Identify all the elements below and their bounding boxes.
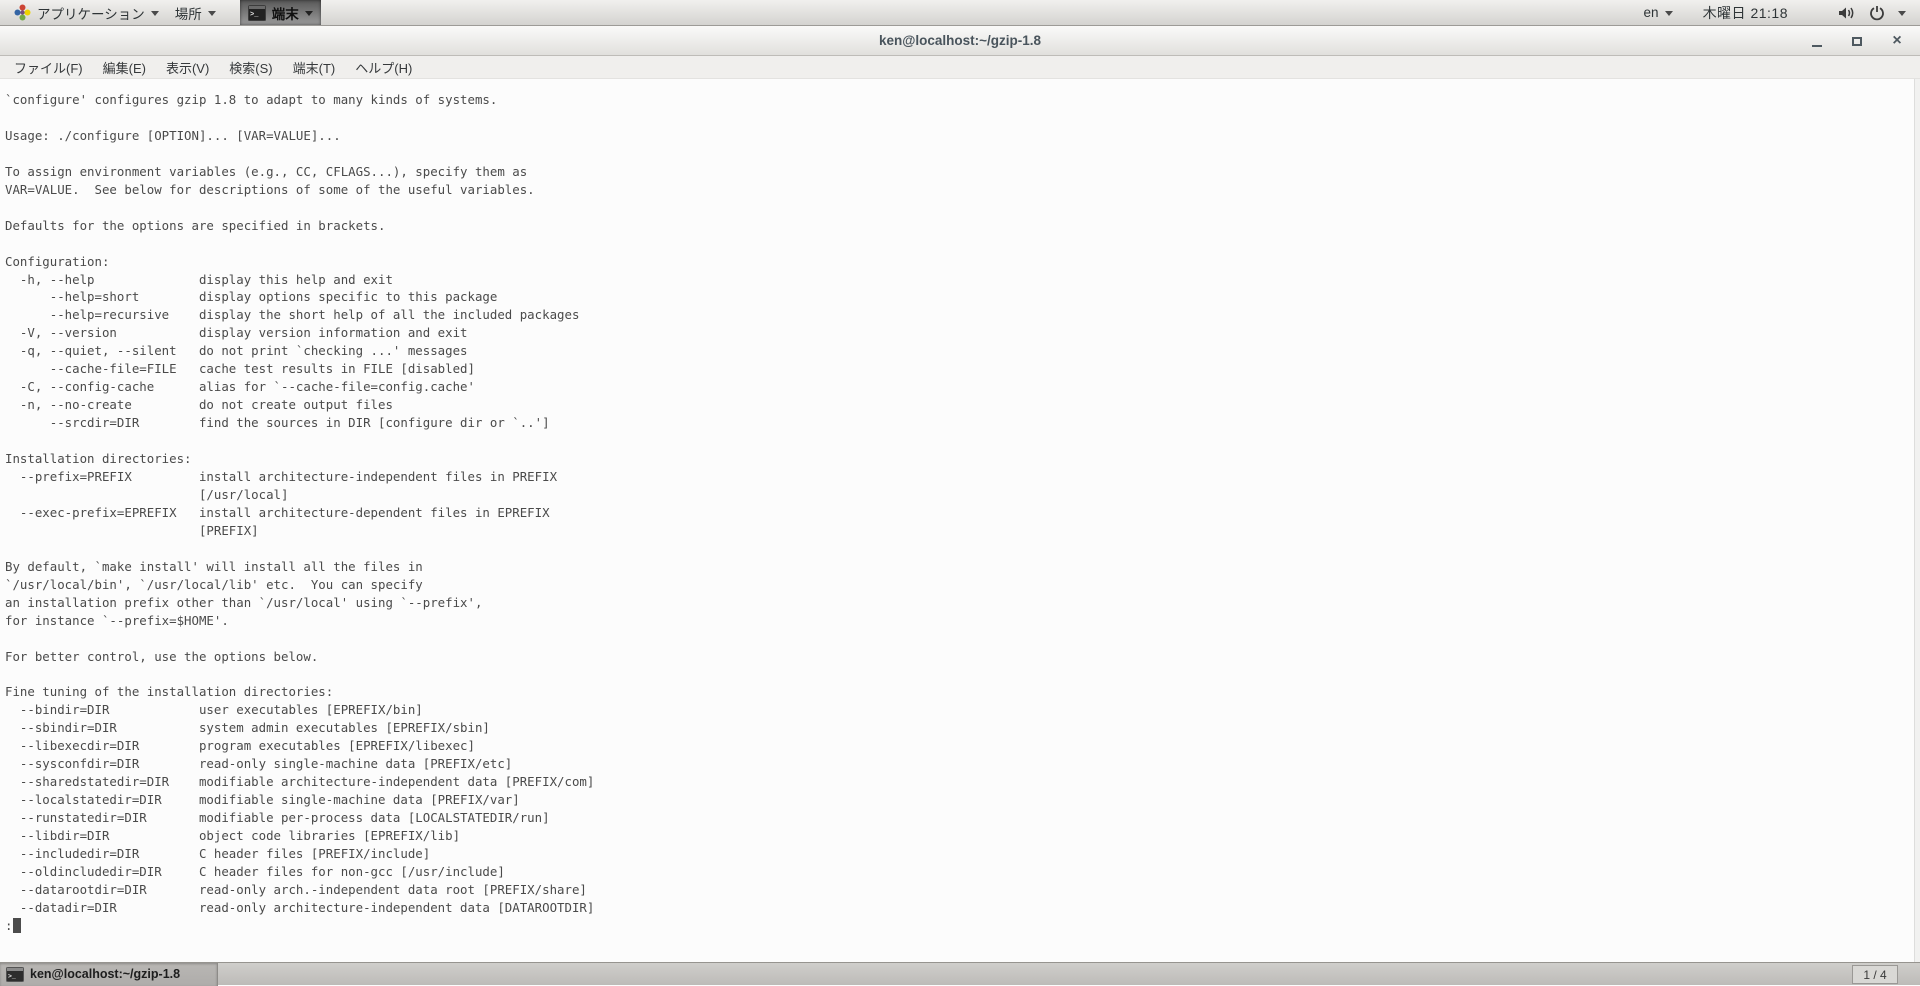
- menu-view[interactable]: 表示(V): [156, 56, 219, 79]
- pager-prompt: :: [5, 917, 13, 933]
- status-icons: [1838, 5, 1906, 21]
- menu-edit[interactable]: 編集(E): [93, 56, 156, 79]
- keyboard-layout-indicator[interactable]: en: [1636, 0, 1681, 25]
- maximize-button[interactable]: [1844, 28, 1870, 54]
- chevron-down-icon: [150, 11, 159, 16]
- minimize-icon: [1812, 44, 1822, 47]
- menu-help[interactable]: ヘルプ(H): [345, 56, 422, 79]
- volume-icon[interactable]: [1838, 5, 1856, 21]
- applications-menu[interactable]: アプリケーション: [6, 0, 167, 25]
- maximize-icon: [1852, 36, 1862, 46]
- terminal-scrollbar[interactable]: [1914, 79, 1920, 962]
- clock[interactable]: 木曜日 21:18: [1695, 3, 1796, 23]
- svg-text:>_: >_: [8, 973, 16, 980]
- bottom-panel: >_ ken@localhost:~/gzip-1.8 1 / 4: [0, 962, 1920, 986]
- window-title: ken@localhost:~/gzip-1.8: [878, 33, 1042, 48]
- places-menu-label: 場所: [174, 6, 202, 22]
- applications-icon: [14, 4, 31, 21]
- terminal-icon: >_: [247, 4, 266, 21]
- chevron-down-icon[interactable]: [1898, 11, 1906, 16]
- terminal-screen[interactable]: `configure' configures gzip 1.8 to adapt…: [0, 79, 1920, 962]
- taskbar-item-label: ken@localhost:~/gzip-1.8: [30, 967, 181, 981]
- active-app-menu-terminal[interactable]: >_ 端末: [239, 0, 321, 25]
- text-cursor: [13, 918, 22, 934]
- terminal-icon: >_: [6, 966, 24, 982]
- chevron-down-icon: [207, 11, 216, 16]
- top-panel-right: en 木曜日 21:18: [1636, 0, 1906, 25]
- pager-prompt-line: :: [0, 917, 1920, 935]
- applications-menu-label: アプリケーション: [37, 6, 145, 22]
- places-menu[interactable]: 場所: [167, 0, 224, 25]
- terminal-output: `configure' configures gzip 1.8 to adapt…: [5, 92, 595, 915]
- workspace-switcher[interactable]: 1 / 4: [1852, 965, 1898, 984]
- workspace-indicator-label: 1 / 4: [1863, 967, 1887, 982]
- chevron-down-icon: [304, 11, 313, 16]
- menu-search[interactable]: 検索(S): [219, 56, 282, 79]
- power-icon[interactable]: [1869, 5, 1885, 21]
- menu-terminal[interactable]: 端末(T): [283, 56, 346, 79]
- active-app-label: 端末: [271, 6, 299, 22]
- window-controls: ×: [1804, 26, 1910, 56]
- window-titlebar[interactable]: ken@localhost:~/gzip-1.8 ×: [0, 26, 1920, 56]
- top-panel: アプリケーション 場所 >_ 端末 en 木曜日 21:18: [0, 0, 1920, 26]
- taskbar-item-terminal[interactable]: >_ ken@localhost:~/gzip-1.8: [0, 962, 218, 986]
- chevron-down-icon: [1664, 11, 1673, 16]
- terminal-menubar: ファイル(F) 編集(E) 表示(V) 検索(S) 端末(T) ヘルプ(H): [0, 56, 1920, 79]
- close-icon: ×: [1892, 32, 1902, 49]
- menu-file[interactable]: ファイル(F): [4, 56, 93, 79]
- keyboard-layout-label: en: [1643, 5, 1659, 20]
- minimize-button[interactable]: [1804, 28, 1830, 54]
- close-button[interactable]: ×: [1884, 28, 1910, 54]
- svg-text:>_: >_: [250, 11, 259, 19]
